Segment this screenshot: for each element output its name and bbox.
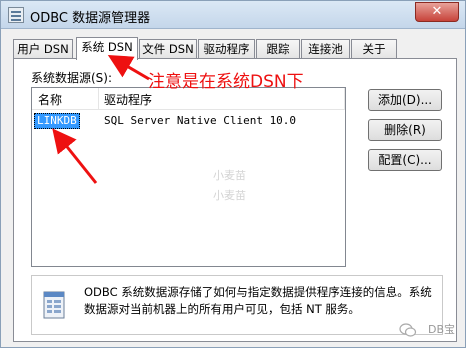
data-source-name[interactable]: LINKDB — [34, 113, 80, 129]
system-data-sources-label: 系统数据源(S): — [31, 71, 113, 85]
tab-strip: 用户 DSN 系统 DSN 文件 DSN 驱动程序 跟踪 连接池 关于 — [13, 37, 457, 60]
brand-text: DB宝 — [427, 323, 455, 336]
wechat-logo-icon — [399, 323, 417, 337]
watermark-text: 小麦苗 — [213, 189, 246, 202]
tab-drivers[interactable]: 驱动程序 — [198, 39, 255, 59]
tab-file-dsn[interactable]: 文件 DSN — [139, 39, 197, 59]
data-source-driver: SQL Server Native Client 10.0 — [104, 114, 297, 127]
add-button[interactable]: 添加(D)... — [368, 89, 442, 111]
tab-connection-pooling[interactable]: 连接池 — [301, 39, 350, 59]
tab-about[interactable]: 关于 — [351, 39, 397, 59]
list-item[interactable]: LINKDB SQL Server Native Client 10.0 — [32, 113, 345, 131]
tab-tracing[interactable]: 跟踪 — [256, 39, 300, 59]
configure-button[interactable]: 配置(C)... — [368, 149, 442, 171]
data-source-list[interactable]: 名称 驱动程序 LINKDB SQL Server Native Client … — [31, 87, 346, 267]
odbc-window: ODBC 数据源管理器 ✕ 用户 DSN 系统 DSN 文件 DSN 驱动程序 … — [0, 0, 466, 348]
close-icon[interactable]: ✕ — [415, 2, 459, 22]
tab-user-dsn[interactable]: 用户 DSN — [13, 39, 73, 59]
column-divider[interactable] — [98, 88, 99, 109]
watermark-text: 小麦苗 — [213, 169, 246, 182]
column-header-name[interactable]: 名称 — [38, 91, 62, 108]
column-divider[interactable] — [344, 88, 345, 109]
odbc-app-icon — [8, 7, 24, 23]
title-bar: ODBC 数据源管理器 ✕ — [1, 1, 465, 29]
tab-system-dsn[interactable]: 系统 DSN — [76, 37, 138, 60]
column-header-driver[interactable]: 驱动程序 — [104, 91, 152, 108]
info-description: ODBC 系统数据源存储了如何与指定数据提供程序连接的信息。系统数据源对当前机器… — [84, 285, 432, 316]
remove-button[interactable]: 删除(R) — [368, 119, 442, 141]
window-title: ODBC 数据源管理器 — [30, 11, 151, 26]
info-box: ODBC 系统数据源存储了如何与指定数据提供程序连接的信息。系统数据源对当前机器… — [31, 275, 443, 335]
annotation-note: 注意是在系统DSN下 — [148, 72, 304, 92]
odbc-info-icon — [43, 291, 65, 319]
